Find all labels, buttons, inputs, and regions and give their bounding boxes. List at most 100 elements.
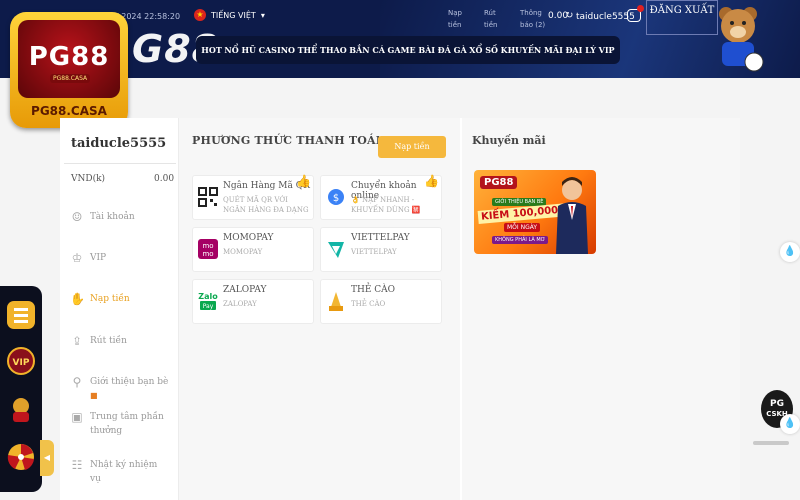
svg-text:mo: mo — [202, 242, 213, 250]
payment-method-zalopay[interactable]: Zalo Pay ZALOPAY ZALOPAY — [192, 279, 314, 324]
svg-text:Pay: Pay — [203, 303, 214, 310]
sidebar-item-label: Nạp tiền — [90, 294, 130, 304]
nav-item-xo-so[interactable]: XỔ SỐ — [469, 45, 498, 55]
qr-code-icon — [198, 187, 218, 207]
lucky-wheel-icon[interactable] — [6, 442, 36, 472]
sidebar-item-vip[interactable]: ♔ VIP — [70, 251, 170, 265]
bear-mascot-icon — [719, 7, 764, 72]
banner-note: KHÔNG PHẢI LÀ MƠ — [492, 236, 549, 244]
nav-item-the-thao[interactable]: THỂ THAO — [298, 45, 347, 55]
logo-emblem: PG88 PG88.CASA — [18, 20, 120, 98]
zalopay-icon: Zalo Pay — [198, 292, 218, 310]
lucky-god-icon[interactable] — [6, 394, 36, 424]
header-deposit-link[interactable]: Nạp tiền — [448, 7, 472, 31]
thumbs-up-icon: 👍 — [296, 174, 311, 188]
sidebar-item-label: Trung tâm phần thưởng — [90, 412, 164, 436]
notification-dot — [637, 5, 644, 12]
payment-method-sub: 👌 NẠP NHANH - KHUYẾN DÙNG 🈲 — [351, 196, 421, 214]
language-label: TIẾNG VIỆT — [211, 10, 256, 20]
nav-item-hot[interactable]: HOT — [201, 45, 221, 55]
momo-icon: mo mo — [198, 239, 218, 259]
pg88-logo[interactable]: PG88 PG88.CASA PG88.CASA — [10, 12, 128, 128]
payment-method-qr[interactable]: Ngân Hàng Mã QR QUÉT MÃ QR VỚI NGÂN HÀNG… — [192, 174, 314, 220]
language-selector[interactable]: ★ TIẾNG VIỆT ▾ — [194, 9, 265, 21]
chevron-down-icon: ▾ — [260, 10, 265, 20]
task-log-icon: ☷ — [71, 458, 83, 472]
logo-domain: PG88.CASA — [31, 104, 107, 118]
user-icon: ☺ — [71, 210, 83, 224]
vietnam-flag-icon: ★ — [194, 9, 206, 21]
support-logo-text: PG — [770, 399, 784, 409]
sidebar-item-rut-tien[interactable]: ⇪ Rút tiền — [70, 334, 170, 348]
businessman-illustration-icon — [556, 177, 588, 254]
payment-title: PHƯƠNG THỨC THANH TOÁN — [192, 134, 387, 147]
viettelpay-icon — [328, 242, 344, 258]
deposit-button[interactable]: Nạp tiền — [378, 136, 446, 158]
sidebar-item-label: Nhật ký nhiệm vụ — [90, 460, 158, 484]
horizontal-scrollbar[interactable] — [753, 441, 789, 445]
promotions-title: Khuyến mãi — [472, 134, 546, 147]
banner-sub: MỖI NGÀY — [504, 223, 541, 232]
payment-method-sub: QUÉT MÃ QR VỚI NGÂN HÀNG ĐA DẠNG — [223, 196, 309, 214]
sidebar-item-label: Tài khoản — [90, 212, 135, 222]
referral-icon: ⚲ — [72, 375, 82, 389]
main-nav: HOT NỔ HŨ CASINO THỂ THAO BẮN CÁ GAME BÀ… — [196, 36, 620, 64]
menu-list-icon[interactable] — [6, 300, 36, 330]
vip-badge-icon[interactable]: VIP — [6, 346, 36, 376]
payment-method-name: THẺ CÀO — [351, 285, 396, 295]
nav-item-vip[interactable]: VIP — [599, 45, 615, 55]
banner-brand: PG88 — [480, 176, 518, 189]
logo-main-text: PG88 — [28, 42, 110, 72]
sidebar-item-label: VIP — [90, 253, 107, 263]
online-transfer-icon: $ — [328, 189, 344, 205]
payment-method-online-transfer[interactable]: $ Chuyển khoản online 👌 NẠP NHANH - KHUY… — [320, 174, 442, 220]
sidebar-divider — [64, 163, 176, 164]
payment-method-viettelpay[interactable]: VIETTELPAY VIETTELPAY — [320, 227, 442, 272]
water-drop-icon[interactable]: 💧 — [780, 242, 800, 262]
nav-item-dai-ly[interactable]: ĐẠI LÝ — [565, 45, 596, 55]
payment-method-name: MOMOPAY — [223, 233, 274, 243]
sidebar-item-tai-khoan[interactable]: ☺ Tài khoản — [70, 210, 170, 224]
payment-method-sub: ZALOPAY — [223, 300, 257, 308]
svg-text:Zalo: Zalo — [198, 292, 218, 301]
header-tools: Nạp tiền Rút tiền Thông báo (2) — [448, 7, 554, 31]
sidebar-item-trung-tam[interactable]: ▣ Trung tâm phần thưởng — [70, 410, 170, 438]
payment-method-sub: MOMOPAY — [223, 248, 263, 256]
left-floating-bar: VIP — [0, 286, 42, 492]
nav-item-no-hu[interactable]: NỔ HŨ — [224, 45, 256, 55]
svg-text:$: $ — [333, 193, 339, 204]
svg-text:mo: mo — [202, 250, 213, 258]
sidebar-amount: 0.00 — [154, 174, 175, 184]
payment-method-sub: THẺ CÀO — [351, 300, 386, 308]
nav-item-da-ga[interactable]: ĐÁ GÀ — [438, 45, 467, 55]
thumbs-up-icon: 👍 — [424, 174, 439, 188]
payment-method-sub: VIETTELPAY — [351, 248, 397, 256]
water-drop-icon[interactable]: 💧 — [780, 414, 800, 434]
promotion-banner[interactable]: PG88 GIỚI THIỆU BẠN BÈ KIẾM 100,000K MỖI… — [474, 170, 596, 254]
nav-item-khuyen-mai[interactable]: KHUYẾN MÃI — [501, 45, 563, 55]
withdraw-icon: ⇪ — [71, 334, 83, 348]
sidebar-item-nhat-ky[interactable]: ☷ Nhật ký nhiệm vụ — [70, 458, 170, 486]
payment-method-name: VIETTELPAY — [351, 233, 410, 243]
payment-method-the-cao[interactable]: THẺ CÀO THẺ CÀO — [320, 279, 442, 324]
nav-item-ban-ca[interactable]: BẮN CÁ — [349, 45, 385, 55]
sidebar-currency: VND(k) — [71, 174, 106, 184]
scratch-card-icon — [329, 292, 343, 311]
logo-small-text: PG88.CASA — [50, 74, 91, 83]
sidebar-username: taiducle5555 — [71, 136, 167, 151]
sidebar-item-label: Rút tiền — [90, 336, 127, 346]
refresh-icon[interactable]: ↻ — [565, 10, 573, 21]
crown-icon: ♔ — [71, 251, 83, 265]
sidebar-item-nap-tien[interactable]: ✋ Nạp tiền — [70, 292, 170, 306]
deposit-hand-icon: ✋ — [70, 292, 85, 306]
svg-text:VIP: VIP — [13, 358, 30, 368]
gift-icon: ■ — [90, 391, 98, 400]
collapse-left-arrow-icon[interactable]: ◀ — [40, 440, 54, 476]
payment-method-name: ZALOPAY — [223, 285, 267, 295]
gift-box-icon: ▣ — [71, 410, 83, 424]
payment-method-momopay[interactable]: mo mo MOMOPAY MOMOPAY — [192, 227, 314, 272]
nav-item-game-bai[interactable]: GAME BÀI — [388, 45, 436, 55]
sidebar-item-gioi-thieu[interactable]: ⚲ Giới thiệu bạn bè ■ — [70, 375, 170, 403]
header-withdraw-link[interactable]: Rút tiền — [484, 7, 508, 31]
nav-item-casino[interactable]: CASINO — [259, 45, 295, 55]
